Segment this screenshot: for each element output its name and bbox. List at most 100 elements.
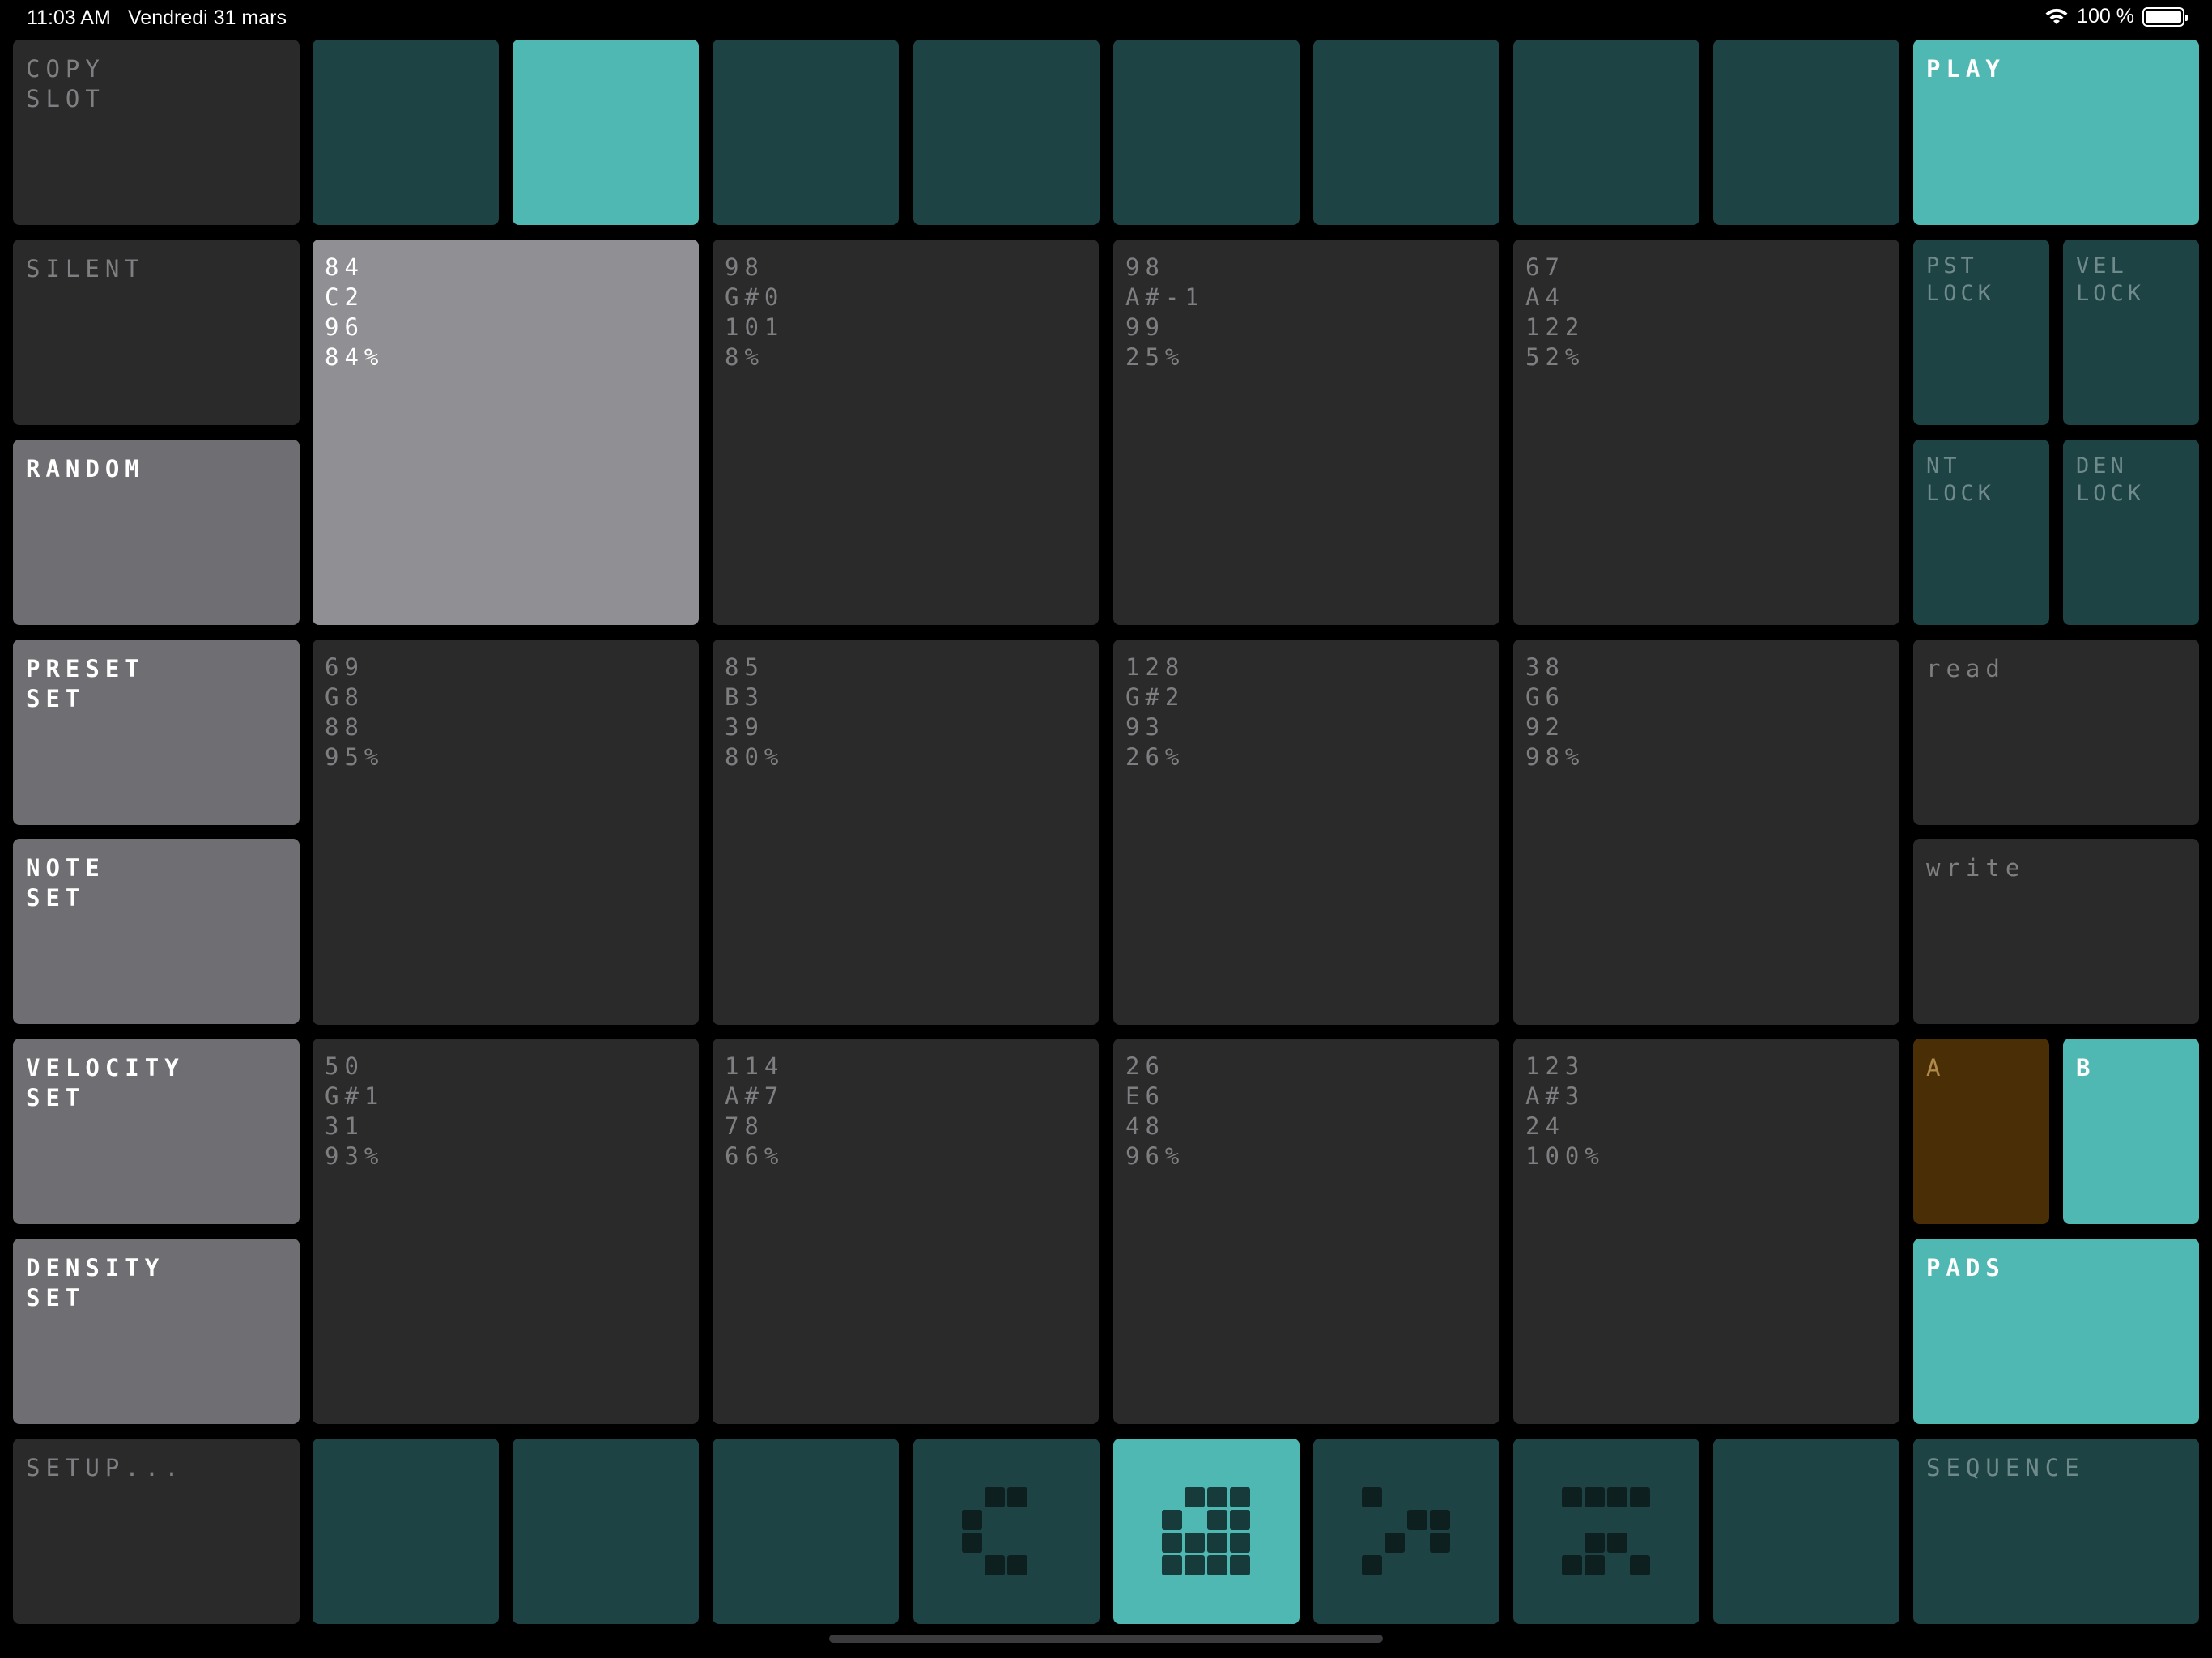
nt-lock-button[interactable]: NT LOCK	[1913, 440, 2049, 625]
pad-11[interactable]: 26 E6 48 96%	[1113, 1039, 1499, 1424]
velocity-set-button[interactable]: VELOCITY SET	[13, 1039, 300, 1224]
write-button[interactable]: write	[1913, 839, 2199, 1024]
pad-preset: 85	[725, 653, 764, 681]
pad-values: 38 G6 92 98%	[1525, 653, 1585, 772]
pad-10[interactable]: 114 A#7 78 66%	[713, 1039, 1099, 1424]
pad-6[interactable]: 85 B3 39 80%	[713, 640, 1099, 1025]
pad-12[interactable]: 123 A#3 24 100%	[1513, 1039, 1899, 1424]
sequence-label: SEQUENCE	[1926, 1454, 2085, 1482]
bank-b-button[interactable]: B	[2063, 1039, 2199, 1224]
pad-values: 98 A#-1 99 25%	[1125, 253, 1205, 372]
pst-lock-button[interactable]: PST LOCK	[1913, 240, 2049, 425]
step-5-active[interactable]	[1113, 1439, 1300, 1624]
battery-percent: 100 %	[2077, 5, 2134, 28]
pad-velocity: 24	[1525, 1112, 1565, 1140]
pad-values: 69 G8 88 95%	[325, 653, 384, 772]
step-3[interactable]	[713, 1439, 899, 1624]
pad-preset: 114	[725, 1052, 785, 1080]
copy-slot-button[interactable]: COPY SLOT	[13, 40, 300, 225]
play-label: PLAY	[1926, 55, 2006, 83]
step-6[interactable]	[1313, 1439, 1499, 1624]
setup-button[interactable]: SETUP...	[13, 1439, 300, 1624]
pad-9[interactable]: 50 G#1 31 93%	[313, 1039, 699, 1424]
pad-note: A#3	[1525, 1082, 1585, 1110]
status-time: 11:03 AM	[27, 6, 111, 29]
pad-density: 95%	[325, 743, 385, 771]
pad-preset: 38	[1525, 653, 1565, 681]
pad-preset: 98	[1125, 253, 1165, 281]
pads-button[interactable]: PADS	[1913, 1239, 2199, 1424]
pad-velocity: 92	[1525, 713, 1565, 741]
slot-5[interactable]	[1113, 40, 1300, 225]
pad-velocity: 122	[1525, 313, 1585, 341]
pad-3[interactable]: 98 A#-1 99 25%	[1113, 240, 1499, 625]
read-button[interactable]: read	[1913, 640, 2199, 825]
pad-velocity: 39	[725, 713, 764, 741]
pad-note: G#0	[725, 283, 785, 311]
step-1[interactable]	[313, 1439, 499, 1624]
status-bar: 11:03 AM Vendredi 31 mars 100 %	[0, 0, 2212, 37]
pad-density: 96%	[1125, 1142, 1185, 1170]
step-4[interactable]	[913, 1439, 1100, 1624]
pad-7[interactable]: 128 G#2 93 26%	[1113, 640, 1499, 1025]
pad-density: 100%	[1525, 1142, 1605, 1170]
note-set-button[interactable]: NOTE SET	[13, 839, 300, 1024]
pad-note: B3	[725, 683, 764, 711]
pad-density: 52%	[1525, 343, 1585, 371]
pad-values: 114 A#7 78 66%	[725, 1052, 784, 1171]
pad-note: A#-1	[1125, 283, 1205, 311]
random-button[interactable]: RANDOM	[13, 440, 300, 625]
setup-label: SETUP...	[26, 1454, 185, 1482]
step-7[interactable]	[1513, 1439, 1699, 1624]
slot-7[interactable]	[1513, 40, 1699, 225]
pad-note: G6	[1525, 683, 1565, 711]
write-label: write	[1926, 854, 2026, 882]
pad-velocity: 88	[325, 713, 364, 741]
bank-a-button[interactable]: A	[1913, 1039, 2049, 1224]
pad-density: 98%	[1525, 743, 1585, 771]
slot-4[interactable]	[913, 40, 1100, 225]
pad-density: 66%	[725, 1142, 785, 1170]
vel-lock-button[interactable]: VEL LOCK	[2063, 240, 2199, 425]
pad-1-selected[interactable]: 84 C2 96 84%	[313, 240, 699, 625]
pad-preset: 26	[1125, 1052, 1165, 1080]
pad-note: A4	[1525, 283, 1565, 311]
density-set-button[interactable]: DENSITY SET	[13, 1239, 300, 1424]
pads-label: PADS	[1926, 1254, 2006, 1282]
slot-8[interactable]	[1713, 40, 1899, 225]
slot-3[interactable]	[713, 40, 899, 225]
preset-set-button[interactable]: PRESET SET	[13, 640, 300, 825]
pad-preset: 69	[325, 653, 364, 681]
pad-note: A#7	[725, 1082, 785, 1110]
pad-density: 84%	[325, 343, 385, 371]
home-indicator[interactable]	[829, 1635, 1383, 1643]
pad-note: E6	[1125, 1082, 1165, 1110]
wifi-icon	[2045, 8, 2068, 24]
pad-note: G8	[325, 683, 364, 711]
pad-preset: 123	[1525, 1052, 1585, 1080]
slot-1[interactable]	[313, 40, 499, 225]
pad-4[interactable]: 67 A4 122 52%	[1513, 240, 1899, 625]
pad-velocity: 96	[325, 313, 364, 341]
read-label: read	[1926, 655, 2006, 682]
copy-slot-label: COPY SLOT	[26, 55, 105, 113]
pad-preset: 84	[325, 253, 364, 281]
play-button[interactable]: PLAY	[1913, 40, 2199, 225]
pad-2[interactable]: 98 G#0 101 8%	[713, 240, 1099, 625]
pad-density: 80%	[725, 743, 785, 771]
preset-set-label: PRESET SET	[26, 655, 145, 712]
step-8[interactable]	[1713, 1439, 1899, 1624]
pad-8[interactable]: 38 G6 92 98%	[1513, 640, 1899, 1025]
sequence-button[interactable]: SEQUENCE	[1913, 1439, 2199, 1624]
pad-values: 123 A#3 24 100%	[1525, 1052, 1605, 1171]
pad-velocity: 78	[725, 1112, 764, 1140]
pad-5[interactable]: 69 G8 88 95%	[313, 640, 699, 1025]
slot-6[interactable]	[1313, 40, 1499, 225]
silent-button[interactable]: SILENT	[13, 240, 300, 425]
den-lock-button[interactable]: DEN LOCK	[2063, 440, 2199, 625]
slot-2-active[interactable]	[513, 40, 699, 225]
pad-velocity: 31	[325, 1112, 364, 1140]
pad-values: 50 G#1 31 93%	[325, 1052, 384, 1171]
pad-velocity: 101	[725, 313, 785, 341]
step-2[interactable]	[513, 1439, 699, 1624]
